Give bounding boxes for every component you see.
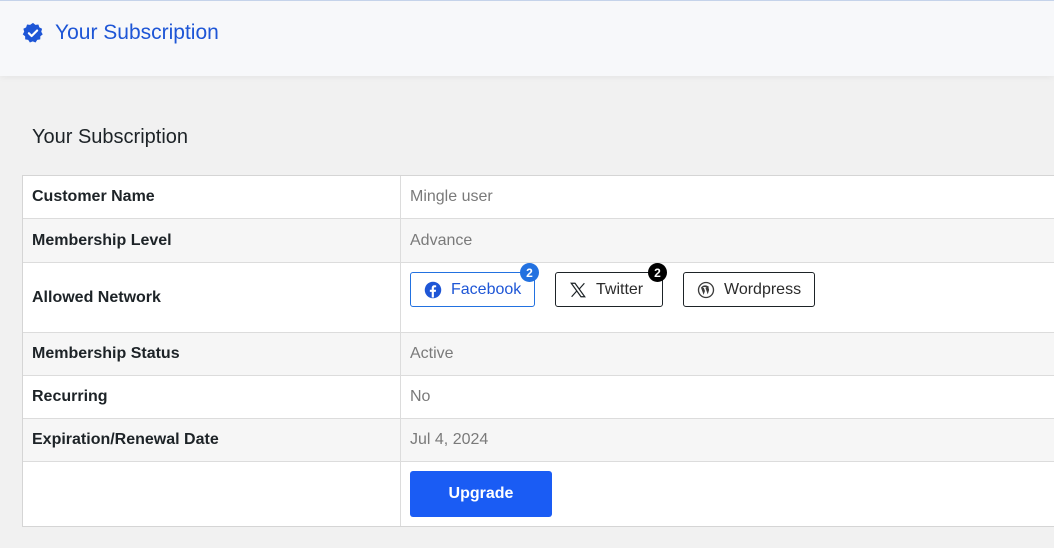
wordpress-network-button[interactable]: Wordpress	[683, 272, 815, 307]
recurring-value: No	[410, 388, 431, 405]
table-row: Customer Name Mingle user	[23, 176, 1054, 219]
facebook-count-badge: 2	[520, 263, 539, 282]
subscription-table: Customer Name Mingle user Membership Lev…	[22, 175, 1054, 527]
customer-name-value: Mingle user	[410, 188, 493, 205]
twitter-network-button[interactable]: Twitter 2	[555, 263, 667, 307]
row-label-recurring: Recurring	[23, 376, 401, 418]
verified-badge-icon	[22, 22, 43, 43]
membership-level-value: Advance	[410, 231, 473, 249]
row-label-customer-name: Customer Name	[23, 176, 401, 218]
row-label-empty	[23, 462, 401, 526]
table-row: Allowed Network Facebook 2 Twitter 2 Wor…	[23, 263, 1054, 333]
page-title: Your Subscription	[55, 21, 219, 44]
facebook-network-button[interactable]: Facebook 2	[410, 263, 539, 307]
section-title: Your Subscription	[32, 126, 189, 148]
allowed-network-value: Facebook 2 Twitter 2 Wordpress	[401, 263, 1054, 332]
table-row: Recurring No	[23, 376, 1054, 419]
upgrade-cell: Upgrade	[401, 462, 1054, 526]
wordpress-icon	[697, 281, 715, 298]
wordpress-label: Wordpress	[724, 280, 802, 298]
twitter-label: Twitter	[596, 280, 644, 298]
network-list: Facebook 2 Twitter 2 Wordpress	[410, 263, 835, 332]
row-label-membership-status: Membership Status	[23, 333, 401, 375]
table-row: Membership Level Advance	[23, 219, 1054, 263]
table-row: Upgrade	[23, 462, 1054, 526]
membership-status-value: Active	[410, 345, 454, 362]
page-header: Your Subscription	[0, 0, 1054, 76]
x-twitter-icon	[570, 282, 586, 297]
row-label-allowed-network: Allowed Network	[23, 263, 401, 332]
table-row: Expiration/Renewal Date Jul 4, 2024	[23, 419, 1054, 462]
table-row: Membership Status Active	[23, 333, 1054, 376]
upgrade-button[interactable]: Upgrade	[410, 471, 552, 517]
facebook-label: Facebook	[451, 280, 522, 298]
row-label-membership-level: Membership Level	[23, 219, 401, 262]
expiration-date-value: Jul 4, 2024	[410, 431, 489, 448]
twitter-count-badge: 2	[648, 263, 667, 282]
facebook-icon	[424, 281, 442, 298]
row-label-expiration-date: Expiration/Renewal Date	[23, 419, 401, 461]
